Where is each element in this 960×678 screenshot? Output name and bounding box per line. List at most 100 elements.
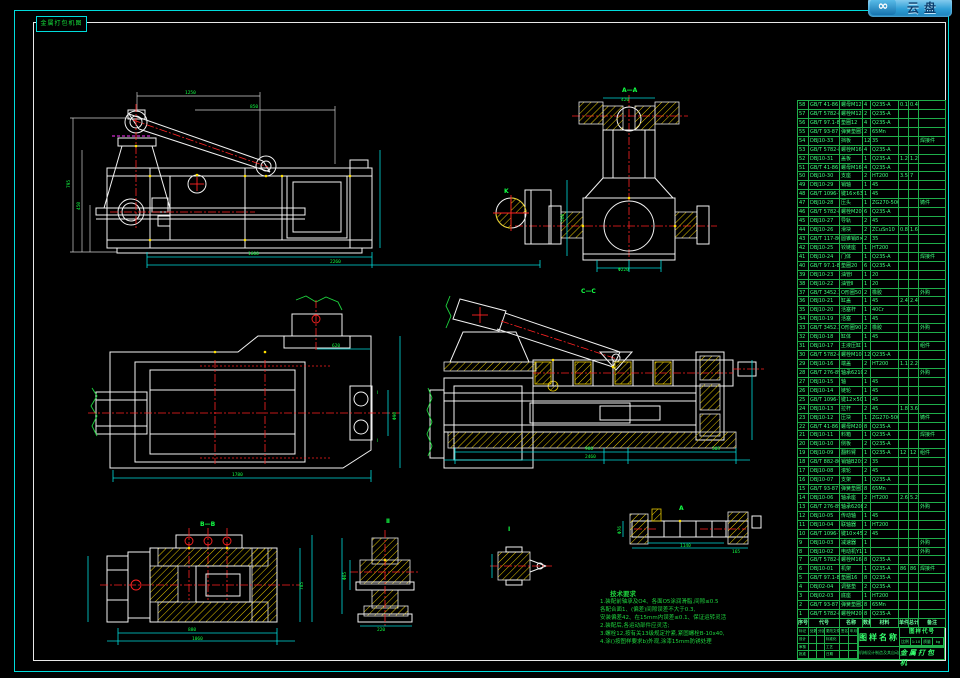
cell: DBJ10-17 [809, 342, 840, 352]
cell [919, 377, 946, 387]
cell [909, 529, 919, 539]
cell: 活塞杆 [840, 306, 863, 316]
cell: 年月日 [849, 628, 858, 636]
cell [899, 190, 909, 200]
cell: 12 [909, 449, 919, 459]
cell [909, 288, 919, 298]
cloud-logo-label: 云盘 [906, 0, 941, 15]
cell [919, 511, 946, 521]
cell [919, 333, 946, 343]
cell [909, 279, 919, 289]
cell: 1 [863, 592, 871, 602]
cell [919, 306, 946, 316]
cell: 1 [863, 297, 871, 307]
cell [919, 217, 946, 227]
cell: 1 [863, 449, 871, 459]
cell: 弹簧垫圈16 [840, 485, 863, 494]
cell: 47 [798, 199, 809, 209]
cell [919, 520, 946, 530]
cell [919, 163, 946, 173]
cell: Q235-A [871, 556, 899, 566]
cell: 29 [798, 359, 809, 369]
cell: 50 [798, 172, 809, 182]
cell: DBJ10-24 [809, 252, 840, 262]
cell [899, 583, 909, 593]
cell: 螺栓M16×60 [840, 556, 863, 566]
cell: DBJ10-29 [809, 181, 840, 191]
cell: 压头 [840, 199, 863, 209]
cell: GB/T 97.1-85 [809, 261, 840, 271]
cell: DBJ10-11 [809, 431, 840, 441]
cell: GB/T 276-89 [809, 502, 840, 512]
cell: 端盖 [840, 359, 863, 369]
signature-grid: 标记处数分区更改文件号签名年月日设计 标准化审核 工艺批准 日期 [798, 628, 859, 659]
cell: 1 [863, 538, 871, 548]
cell: 2 [863, 226, 871, 235]
cell: Q235-A [871, 449, 899, 459]
cell: 铸件 [919, 199, 946, 209]
cell: 57 [798, 109, 809, 119]
cell [899, 118, 909, 128]
cell [899, 511, 909, 521]
cell: HT200 [871, 172, 899, 182]
drawing-name-label: 图样名称 [859, 632, 899, 642]
cell: 45 [798, 217, 809, 227]
cell: 0.8 [899, 226, 909, 235]
cell [899, 538, 909, 548]
cell: 4 [863, 145, 871, 155]
cell: 8 [863, 556, 871, 566]
cell: 活塞 [840, 315, 863, 325]
cell: DBJ10-19 [809, 315, 840, 325]
cell: 35 [871, 234, 899, 244]
dim-label: Ⅰ [377, 390, 378, 396]
view-section-ii [341, 530, 420, 627]
cell [919, 422, 946, 432]
view-section-cc [426, 295, 764, 469]
cell: 橡胶 [871, 324, 899, 334]
cell [899, 288, 909, 298]
cell: DBJ10-05 [809, 511, 840, 521]
cell: 垫圈20 [840, 261, 863, 271]
cell: GB/T 5782-86 [809, 351, 840, 360]
cell [809, 651, 817, 659]
cell: 0.1 [899, 101, 909, 110]
cell: 6 [863, 261, 871, 271]
cell: GB/T 5782-86 [809, 109, 840, 119]
cell: DBJ10-04 [809, 520, 840, 530]
cell: DBJ10-30 [809, 172, 840, 182]
cell [899, 181, 909, 191]
cell: O形圈50×3.5 [840, 288, 863, 298]
cell: 2.4 [909, 297, 919, 307]
cell: 40 [798, 261, 809, 271]
cell [899, 467, 909, 477]
cell [919, 190, 946, 200]
cell: 56 [798, 118, 809, 128]
dim-label: 1600 [248, 251, 259, 257]
cell [919, 574, 946, 584]
scale-label: 比例 [900, 638, 911, 646]
cell: 标记 [798, 628, 809, 636]
dim-label: 785 [299, 582, 305, 590]
cell [909, 181, 919, 191]
cell: 13 [798, 502, 809, 512]
cell [871, 342, 899, 352]
cell: Q235-A [871, 261, 899, 271]
cell [899, 395, 909, 405]
cell: DBJ10-03 [809, 538, 840, 548]
cell: GB/T 93-87 [809, 601, 840, 611]
cell: 螺母M16 [840, 163, 863, 173]
cell: 12 [798, 511, 809, 521]
cell [909, 520, 919, 530]
cell [899, 476, 909, 486]
cell: 10 [798, 529, 809, 539]
cell: DBJ10-18 [809, 333, 840, 343]
cell [899, 315, 909, 325]
cloud-drive-logo[interactable]: ∞ 云盘 [868, 0, 952, 17]
cell: GB/T 41-86 [809, 101, 840, 110]
cell [919, 145, 946, 155]
dim-label: 1140 [680, 543, 691, 549]
cell [899, 601, 909, 611]
cell: 54 [798, 136, 809, 146]
cell [899, 217, 909, 227]
cell: 45 [871, 529, 899, 539]
